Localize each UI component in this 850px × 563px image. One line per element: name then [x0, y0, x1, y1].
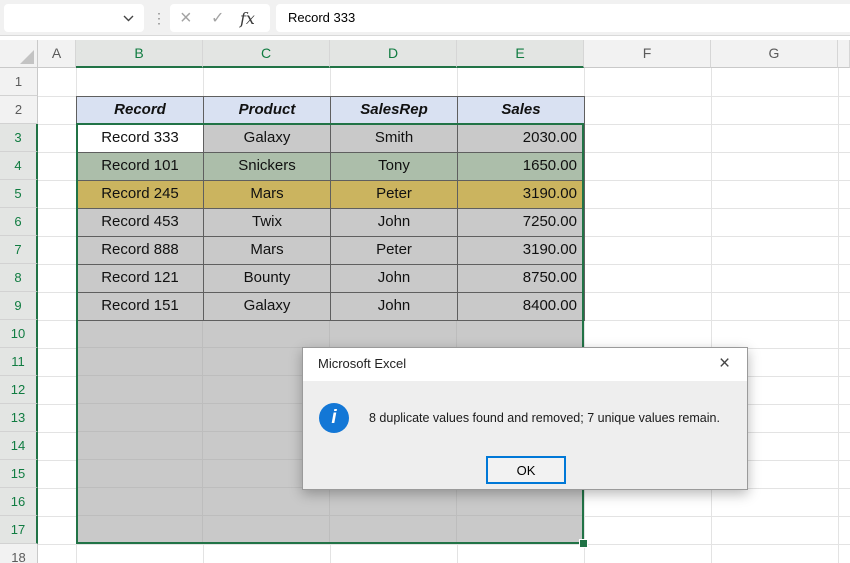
cell-D8[interactable]: John [331, 265, 458, 293]
table-row: Record 151 Galaxy John 8400.00 [77, 293, 585, 321]
column-header-B[interactable]: B [76, 40, 203, 68]
table-row: Record 101 Snickers Tony 1650.00 [77, 153, 585, 181]
info-icon: i [319, 403, 349, 433]
cancel-icon[interactable]: × [180, 5, 192, 31]
table-row: Record 453 Twix John 7250.00 [77, 209, 585, 237]
row-header-7[interactable]: 7 [0, 236, 38, 264]
cell-D5[interactable]: Peter [331, 181, 458, 209]
row-header-1[interactable]: 1 [0, 68, 38, 96]
row-header-3[interactable]: 3 [0, 124, 38, 152]
cell-B9[interactable]: Record 151 [77, 293, 204, 321]
cell-E6[interactable]: 7250.00 [458, 209, 585, 237]
row-header-15[interactable]: 15 [0, 460, 38, 488]
cell-D9[interactable]: John [331, 293, 458, 321]
cell-D4[interactable]: Tony [331, 153, 458, 181]
cell-E7[interactable]: 3190.00 [458, 237, 585, 265]
cell-E8[interactable]: 8750.00 [458, 265, 585, 293]
row-header-13[interactable]: 13 [0, 404, 38, 432]
row-header-9[interactable]: 9 [0, 292, 38, 320]
row-header-4[interactable]: 4 [0, 152, 38, 180]
confirm-icon[interactable]: ✓ [211, 7, 224, 31]
row-header-5[interactable]: 5 [0, 180, 38, 208]
cell-E5[interactable]: 3190.00 [458, 181, 585, 209]
excel-alert-dialog: Microsoft Excel × i 8 duplicate values f… [302, 347, 748, 490]
row-header-2[interactable]: 2 [0, 96, 38, 124]
row-header-14[interactable]: 14 [0, 432, 38, 460]
table-row: Record 245 Mars Peter 3190.00 [77, 181, 585, 209]
row-header-10[interactable]: 10 [0, 320, 38, 348]
cell-C3[interactable]: Galaxy [204, 125, 331, 153]
header-cell-Sales[interactable]: Sales [458, 97, 585, 125]
column-header-partial[interactable] [838, 40, 850, 68]
formula-input[interactable]: Record 333 [276, 4, 850, 32]
dialog-message: 8 duplicate values found and removed; 7 … [369, 411, 720, 425]
data-table: Record Product SalesRep Sales Record 333 Gala… [76, 96, 585, 321]
row-header-17[interactable]: 17 [0, 516, 38, 544]
column-header-F[interactable]: F [584, 40, 711, 68]
column-header-D[interactable]: D [330, 40, 457, 68]
table-row: Record 333 Galaxy Smith 2030.00 [77, 125, 585, 153]
cell-C8[interactable]: Bounty [204, 265, 331, 293]
dialog-title-bar: Microsoft Excel × [303, 348, 747, 381]
cell-D7[interactable]: Peter [331, 237, 458, 265]
excel-window: ⋮ × ✓ fx Record 333 ABCDEFG 1 2 3 4 5 6 7 8 9 10 1… [0, 0, 850, 563]
insert-function-icon[interactable]: fx [240, 7, 255, 31]
formula-buttons: × ✓ fx [170, 4, 270, 32]
row-header-6[interactable]: 6 [0, 208, 38, 236]
dialog-title: Microsoft Excel [318, 356, 407, 371]
cell-E9[interactable]: 8400.00 [458, 293, 585, 321]
close-icon: × [718, 353, 731, 374]
ok-button[interactable]: OK [486, 456, 566, 484]
formula-value: Record 333 [288, 10, 356, 25]
cell-B3[interactable]: Record 333 [77, 125, 204, 153]
name-box[interactable] [4, 4, 144, 32]
column-header-A[interactable]: A [38, 40, 76, 68]
name-box-dropdown-icon[interactable] [123, 15, 134, 22]
cell-C6[interactable]: Twix [204, 209, 331, 237]
header-cell-Product[interactable]: Product [204, 97, 331, 125]
row-header-18[interactable]: 18 [0, 544, 38, 563]
cell-B5[interactable]: Record 245 [77, 181, 204, 209]
row-header-11[interactable]: 11 [0, 348, 38, 376]
gridline [38, 544, 850, 545]
table-row: Record 888 Mars Peter 3190.00 [77, 237, 585, 265]
cell-C7[interactable]: Mars [204, 237, 331, 265]
cell-C5[interactable]: Mars [204, 181, 331, 209]
cell-E3[interactable]: 2030.00 [458, 125, 585, 153]
cell-C9[interactable]: Galaxy [204, 293, 331, 321]
column-header-G[interactable]: G [711, 40, 838, 68]
header-cell-SalesRep[interactable]: SalesRep [331, 97, 458, 125]
column-header-E[interactable]: E [457, 40, 584, 68]
cell-B4[interactable]: Record 101 [77, 153, 204, 181]
cell-E4[interactable]: 1650.00 [458, 153, 585, 181]
column-header-C[interactable]: C [203, 40, 330, 68]
table-row: Record 121 Bounty John 8750.00 [77, 265, 585, 293]
formula-bar-resize-dots-icon: ⋮ [152, 10, 166, 26]
select-all-triangle-icon [20, 50, 34, 64]
dialog-close-button[interactable]: × [702, 348, 747, 380]
cell-B7[interactable]: Record 888 [77, 237, 204, 265]
fill-handle[interactable] [579, 539, 588, 548]
cell-B6[interactable]: Record 453 [77, 209, 204, 237]
header-cell-Record[interactable]: Record [77, 97, 204, 125]
cell-D3[interactable]: Smith [331, 125, 458, 153]
row-header-8[interactable]: 8 [0, 264, 38, 292]
info-icon-glyph: i [331, 407, 337, 428]
select-all-button[interactable] [0, 40, 38, 68]
cell-C4[interactable]: Snickers [204, 153, 331, 181]
cell-D6[interactable]: John [331, 209, 458, 237]
formula-bar-strip: ⋮ × ✓ fx Record 333 [0, 0, 850, 36]
row-header-16[interactable]: 16 [0, 488, 38, 516]
table-header-row: Record Product SalesRep Sales [77, 97, 585, 125]
cell-B8[interactable]: Record 121 [77, 265, 204, 293]
row-header-12[interactable]: 12 [0, 376, 38, 404]
dialog-body: i 8 duplicate values found and removed; … [303, 381, 747, 489]
